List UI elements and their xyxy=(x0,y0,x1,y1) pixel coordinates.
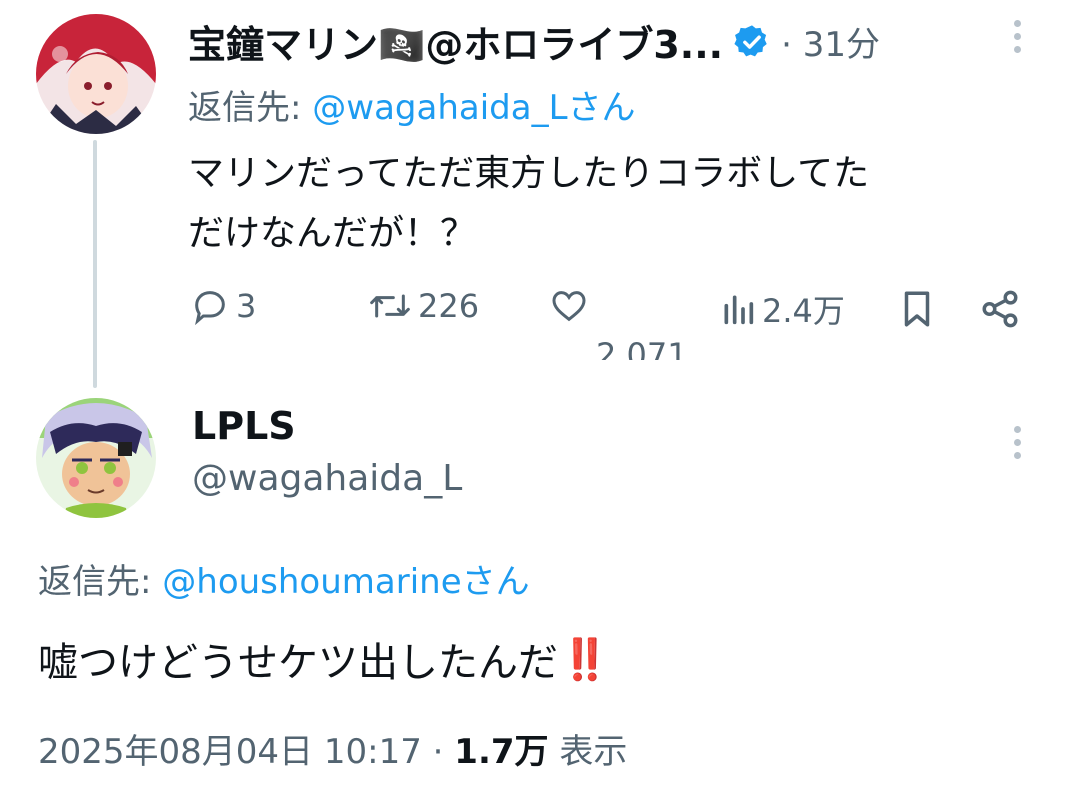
more-icon[interactable] xyxy=(1014,20,1021,53)
tweet-text: 嘘つけどうせケツ出したんだ xyxy=(38,640,558,686)
reply-icon xyxy=(195,291,225,326)
more-icon[interactable] xyxy=(1014,426,1021,459)
reply-to-handle-link[interactable]: @wagahaida_L xyxy=(312,88,567,128)
like-count-clip: 2,071 xyxy=(596,336,688,360)
tweet-text-line: だけなんだが！？ xyxy=(188,213,477,254)
verified-badge-icon xyxy=(733,23,771,61)
reply-to-suffix: さん xyxy=(567,88,636,128)
marine-display-name-row: 宝鐘マリン🏴‍☠️@ホロライブ3... · 31分 xyxy=(188,14,880,69)
like-icon xyxy=(552,291,586,322)
views-label: 表示 xyxy=(548,732,628,772)
lpls-display-name[interactable]: LPLS xyxy=(192,404,296,448)
reply-count: 3 xyxy=(236,287,257,325)
lpls-reply-to: 返信先: @houshoumarineさん xyxy=(38,554,530,603)
reply-button[interactable]: 3 xyxy=(190,286,256,326)
marine-reply-to: 返信先: @wagahaida_Lさん xyxy=(188,80,636,129)
double-exclamation-emoji: ‼️ xyxy=(560,636,610,683)
repost-icon xyxy=(370,294,410,318)
like-button[interactable] xyxy=(548,286,590,326)
marine-tweet-text: マリンだってただ東方したりコラボしてた だけなんだが！？ xyxy=(188,144,869,264)
tweet-meta: 2025年08月04日 10:17 · 1.7万 表示 xyxy=(38,724,627,773)
views-icon xyxy=(724,295,754,325)
repost-button[interactable]: 226 xyxy=(368,286,479,326)
repost-count: 226 xyxy=(418,287,480,325)
views-count: 1.7万 xyxy=(454,732,549,772)
views-button[interactable]: 2.4万 xyxy=(720,286,845,332)
thread-connector xyxy=(93,140,97,388)
views-count: 2.4万 xyxy=(762,292,845,330)
timestamp[interactable]: 2025年08月04日 10:17 · xyxy=(38,732,454,772)
bookmark-icon[interactable] xyxy=(898,288,936,334)
avatar-lpls[interactable] xyxy=(36,398,156,518)
tweet-text-line: マリンだってただ東方したりコラボしてた xyxy=(188,153,870,194)
reply-to-handle-link[interactable]: @houshoumarine xyxy=(162,562,461,602)
lpls-handle[interactable]: @wagahaida_L xyxy=(192,458,462,499)
reply-time[interactable]: · 31分 xyxy=(781,17,880,66)
reply-to-label: 返信先: xyxy=(38,562,163,602)
avatar-marine[interactable] xyxy=(36,14,156,134)
reply-to-label: 返信先: xyxy=(188,88,313,128)
share-icon[interactable] xyxy=(978,288,1022,334)
lpls-tweet-text: 嘘つけどうせケツ出したんだ ‼️ xyxy=(38,630,610,688)
reply-to-suffix: さん xyxy=(461,562,530,602)
like-count: 2,071 xyxy=(596,336,688,360)
marine-display-name[interactable]: 宝鐘マリン🏴‍☠️@ホロライブ3... xyxy=(188,14,723,69)
